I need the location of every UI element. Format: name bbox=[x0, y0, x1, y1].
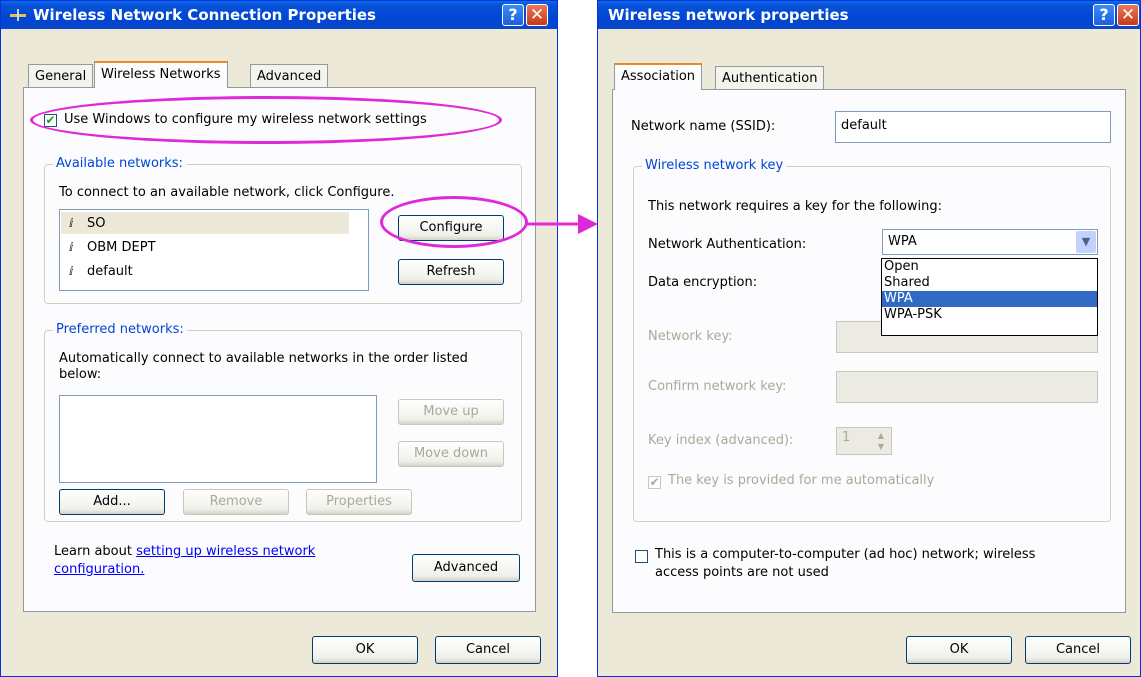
auth-options-list[interactable]: Open Shared WPA WPA-PSK bbox=[881, 258, 1098, 336]
window-title: Wireless network properties bbox=[608, 6, 849, 24]
tab-wireless-networks[interactable]: Wireless Networks bbox=[94, 61, 228, 88]
remove-button[interactable]: Remove bbox=[183, 489, 289, 515]
tab-panel: ✔ Use Windows to configure my wireless n… bbox=[23, 87, 536, 612]
arrow-icon bbox=[526, 214, 598, 234]
adhoc-checkbox[interactable] bbox=[635, 550, 648, 563]
list-item[interactable]: ⅈ SO bbox=[61, 212, 349, 234]
auto-key-checkbox[interactable]: ✔ bbox=[648, 476, 661, 489]
spin-arrows-icon: ▲ ▼ bbox=[877, 431, 885, 451]
learn-about-text: Learn about setting up wireless network bbox=[54, 544, 315, 559]
wireless-antenna-icon: ⅈ bbox=[69, 240, 74, 254]
auth-label: Network Authentication: bbox=[648, 237, 807, 252]
wireless-key-legend: Wireless network key bbox=[642, 158, 787, 173]
confirm-key-input[interactable] bbox=[836, 371, 1098, 403]
help-icon: ? bbox=[1099, 5, 1109, 24]
network-key-label: Network key: bbox=[648, 329, 733, 344]
use-windows-checkbox[interactable]: ✔ bbox=[44, 114, 57, 127]
confirm-key-label: Confirm network key: bbox=[648, 379, 787, 394]
advanced-button[interactable]: Advanced bbox=[412, 554, 520, 582]
close-button[interactable]: ✕ bbox=[526, 4, 548, 26]
preferred-instruction-line1: Automatically connect to available netwo… bbox=[59, 351, 468, 366]
tab-panel: Network name (SSID): default Wireless ne… bbox=[612, 89, 1126, 613]
preferred-networks-list[interactable] bbox=[59, 395, 377, 483]
list-item[interactable]: ⅈ OBM DEPT bbox=[61, 236, 156, 258]
adhoc-label-line2: access points are not used bbox=[655, 565, 829, 580]
window-title: Wireless Network Connection Properties bbox=[33, 6, 376, 24]
network-name: default bbox=[87, 264, 133, 279]
adhoc-label-line1: This is a computer-to-computer (ad hoc) … bbox=[655, 547, 1036, 562]
learn-prefix: Learn about bbox=[54, 544, 132, 559]
add-button[interactable]: Add... bbox=[59, 489, 165, 515]
configure-button[interactable]: Configure bbox=[398, 215, 504, 241]
close-icon: ✕ bbox=[1120, 5, 1136, 25]
auth-selected-value: WPA bbox=[888, 234, 917, 249]
move-up-button[interactable]: Move up bbox=[398, 399, 504, 425]
preferred-networks-group: Preferred networks: Automatically connec… bbox=[44, 322, 522, 522]
tab-advanced[interactable]: Advanced bbox=[250, 64, 329, 88]
help-icon: ? bbox=[508, 5, 518, 24]
available-networks-group: Available networks: To connect to an ava… bbox=[44, 156, 522, 304]
network-name: OBM DEPT bbox=[87, 240, 156, 255]
key-index-stepper[interactable]: 1 ▲ ▼ bbox=[836, 427, 892, 455]
ok-button[interactable]: OK bbox=[906, 636, 1012, 664]
available-networks-legend: Available networks: bbox=[53, 156, 186, 171]
ssid-label: Network name (SSID): bbox=[631, 119, 776, 134]
cancel-button[interactable]: Cancel bbox=[1025, 636, 1131, 664]
setup-wireless-link-cont[interactable]: configuration. bbox=[54, 562, 144, 577]
network-name: SO bbox=[87, 216, 106, 231]
list-item[interactable]: ⅈ default bbox=[61, 260, 133, 282]
available-instruction: To connect to an available network, clic… bbox=[59, 185, 395, 200]
ssid-input[interactable]: default bbox=[835, 111, 1111, 143]
tab-authentication[interactable]: Authentication bbox=[715, 66, 825, 90]
close-button[interactable]: ✕ bbox=[1117, 4, 1139, 26]
wireless-key-group: Wireless network key This network requir… bbox=[633, 158, 1111, 522]
network-connection-icon bbox=[10, 9, 26, 21]
wireless-network-properties-window: Wireless network properties ? ✕ Associat… bbox=[597, 0, 1141, 677]
use-windows-label: Use Windows to configure my wireless net… bbox=[64, 112, 427, 127]
title-bar[interactable]: Wireless network properties ? ✕ bbox=[598, 1, 1140, 29]
key-index-value: 1 bbox=[842, 430, 851, 445]
auth-option-open[interactable]: Open bbox=[882, 259, 1097, 275]
title-bar[interactable]: Wireless Network Connection Properties ?… bbox=[1, 1, 557, 29]
auth-option-shared[interactable]: Shared bbox=[882, 275, 1097, 291]
auth-option-wpa-psk[interactable]: WPA-PSK bbox=[882, 307, 1097, 323]
encryption-label: Data encryption: bbox=[648, 275, 758, 290]
close-icon: ✕ bbox=[529, 5, 545, 25]
auto-key-label: The key is provided for me automatically bbox=[668, 473, 935, 488]
ok-button[interactable]: OK bbox=[312, 636, 418, 664]
preferred-instruction-line2: below: bbox=[59, 367, 102, 382]
chevron-down-icon[interactable]: ▼ bbox=[1076, 231, 1096, 253]
refresh-button[interactable]: Refresh bbox=[398, 259, 504, 285]
available-networks-list[interactable]: ⅈ SO ⅈ OBM DEPT ⅈ default bbox=[59, 209, 369, 291]
help-button[interactable]: ? bbox=[502, 4, 524, 26]
wireless-antenna-icon: ⅈ bbox=[69, 216, 74, 230]
properties-button[interactable]: Properties bbox=[306, 489, 412, 515]
wireless-antenna-icon: ⅈ bbox=[69, 264, 74, 278]
connection-properties-window: Wireless Network Connection Properties ?… bbox=[0, 0, 558, 677]
preferred-networks-legend: Preferred networks: bbox=[53, 322, 187, 337]
key-index-label: Key index (advanced): bbox=[648, 433, 794, 448]
tab-association[interactable]: Association bbox=[614, 63, 703, 90]
help-button[interactable]: ? bbox=[1093, 4, 1115, 26]
setup-wireless-link[interactable]: setting up wireless network bbox=[136, 544, 315, 559]
move-down-button[interactable]: Move down bbox=[398, 441, 504, 467]
auth-option-wpa[interactable]: WPA bbox=[882, 291, 1097, 307]
tab-general[interactable]: General bbox=[28, 64, 94, 88]
requires-key-text: This network requires a key for the foll… bbox=[648, 199, 943, 214]
auth-select[interactable]: WPA ▼ bbox=[882, 229, 1098, 255]
cancel-button[interactable]: Cancel bbox=[435, 636, 541, 664]
